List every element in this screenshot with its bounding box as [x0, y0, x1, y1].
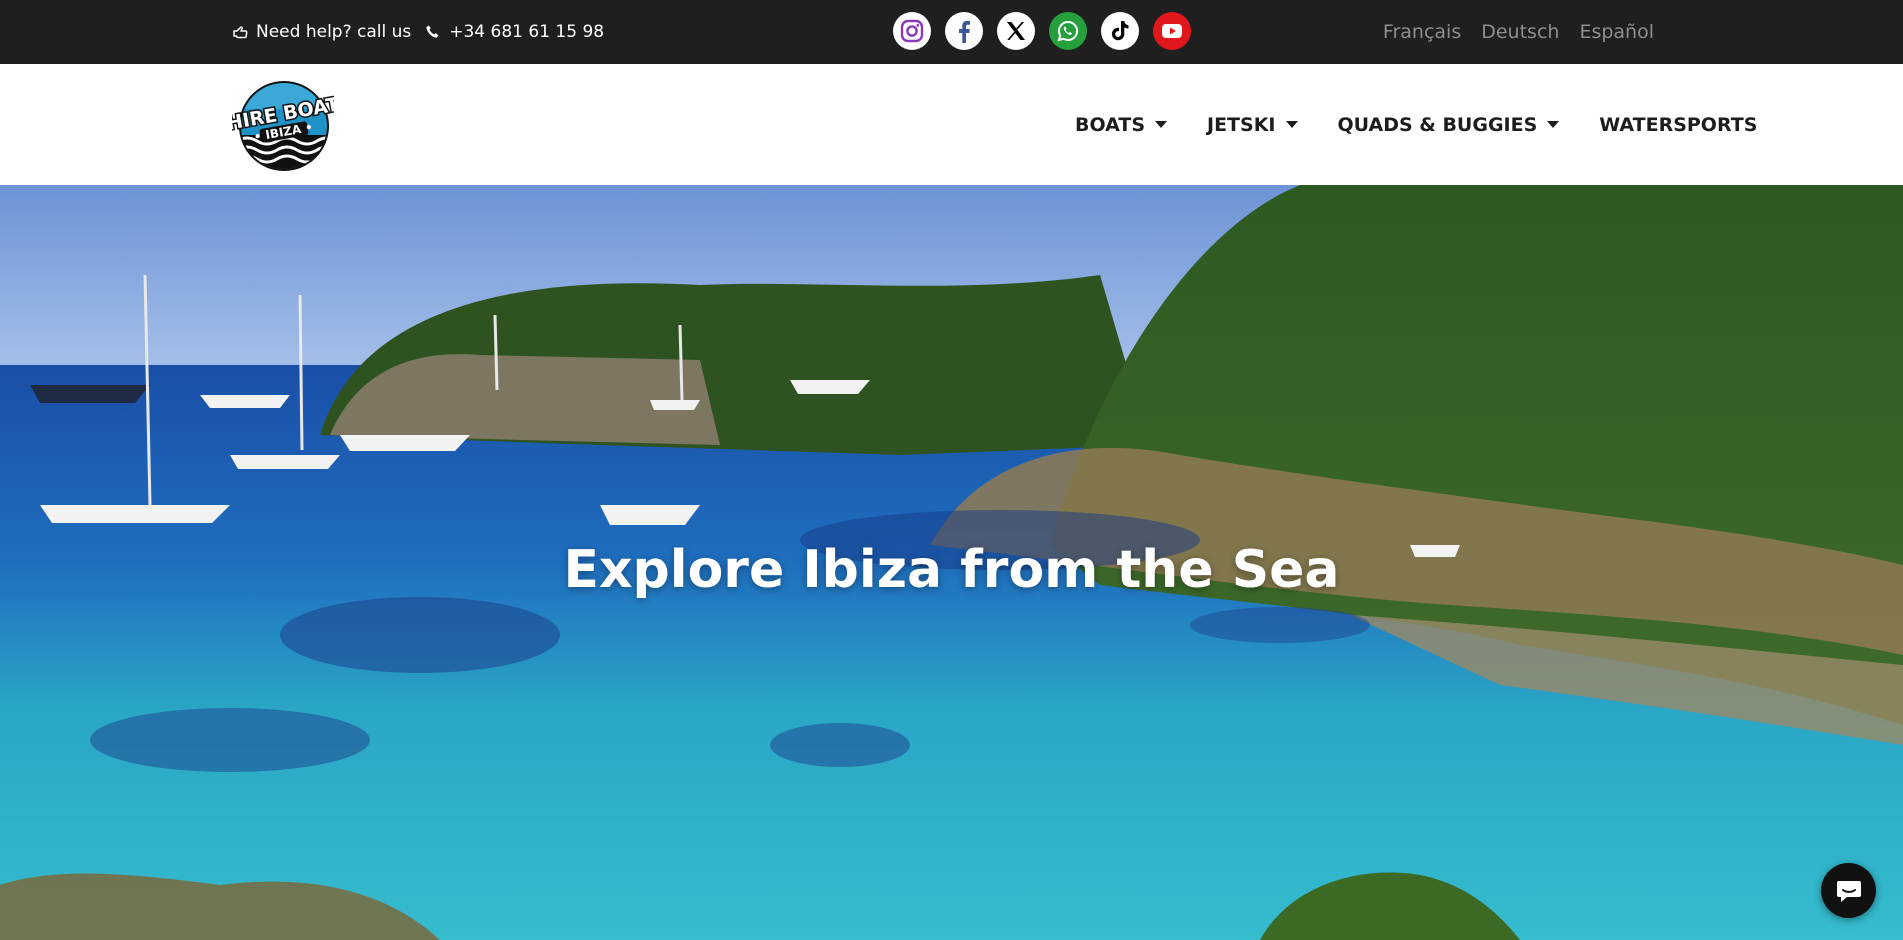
- lang-spanish[interactable]: Español: [1579, 21, 1654, 43]
- phone-icon: [425, 24, 441, 40]
- hero-section: Explore Ibiza from the Sea: [0, 185, 1903, 940]
- site-logo[interactable]: HIRE BOAT • IBIZA •: [224, 79, 342, 171]
- nav-boats-label: BOATS: [1075, 113, 1145, 136]
- nav-quads-label: QUADS & BUGGIES: [1337, 113, 1538, 136]
- nav-watersports-label: WATERSPORTS: [1599, 113, 1758, 136]
- phone-link[interactable]: +34 681 61 15 98: [449, 22, 604, 42]
- youtube-icon[interactable]: [1153, 12, 1191, 50]
- help-contact: Need help? call us +34 681 61 15 98: [232, 0, 604, 64]
- chat-bubble-icon: [1836, 880, 1861, 902]
- whatsapp-icon[interactable]: [1049, 12, 1087, 50]
- x-twitter-icon[interactable]: [997, 12, 1035, 50]
- main-nav: BOATS JETSKI QUADS & BUGGIES WATERSPORTS: [1075, 64, 1757, 185]
- lang-french[interactable]: Français: [1383, 21, 1461, 43]
- pointing-hand-icon: [232, 24, 248, 40]
- facebook-icon[interactable]: [945, 12, 983, 50]
- lang-german[interactable]: Deutsch: [1481, 21, 1559, 43]
- tiktok-icon[interactable]: [1101, 12, 1139, 50]
- social-links: [893, 12, 1191, 50]
- top-bar: Need help? call us +34 681 61 15 98 Fran…: [0, 0, 1903, 64]
- help-text: Need help? call us: [256, 22, 412, 42]
- nav-boats[interactable]: BOATS: [1075, 114, 1167, 136]
- nav-quads-buggies[interactable]: QUADS & BUGGIES: [1338, 114, 1560, 136]
- caret-down-icon: [1547, 121, 1560, 128]
- language-switcher: Français Deutsch Español: [1383, 0, 1654, 64]
- nav-jetski[interactable]: JETSKI: [1207, 114, 1298, 136]
- hero-title: Explore Ibiza from the Sea: [563, 540, 1340, 600]
- nav-jetski-label: JETSKI: [1207, 113, 1276, 136]
- instagram-icon[interactable]: [893, 12, 931, 50]
- caret-down-icon: [1155, 121, 1167, 128]
- nav-watersports[interactable]: WATERSPORTS: [1599, 114, 1757, 136]
- main-header: HIRE BOAT • IBIZA • BOATS JETSKI QUADS &…: [0, 64, 1903, 185]
- caret-down-icon: [1285, 121, 1298, 128]
- chat-button[interactable]: [1821, 863, 1876, 918]
